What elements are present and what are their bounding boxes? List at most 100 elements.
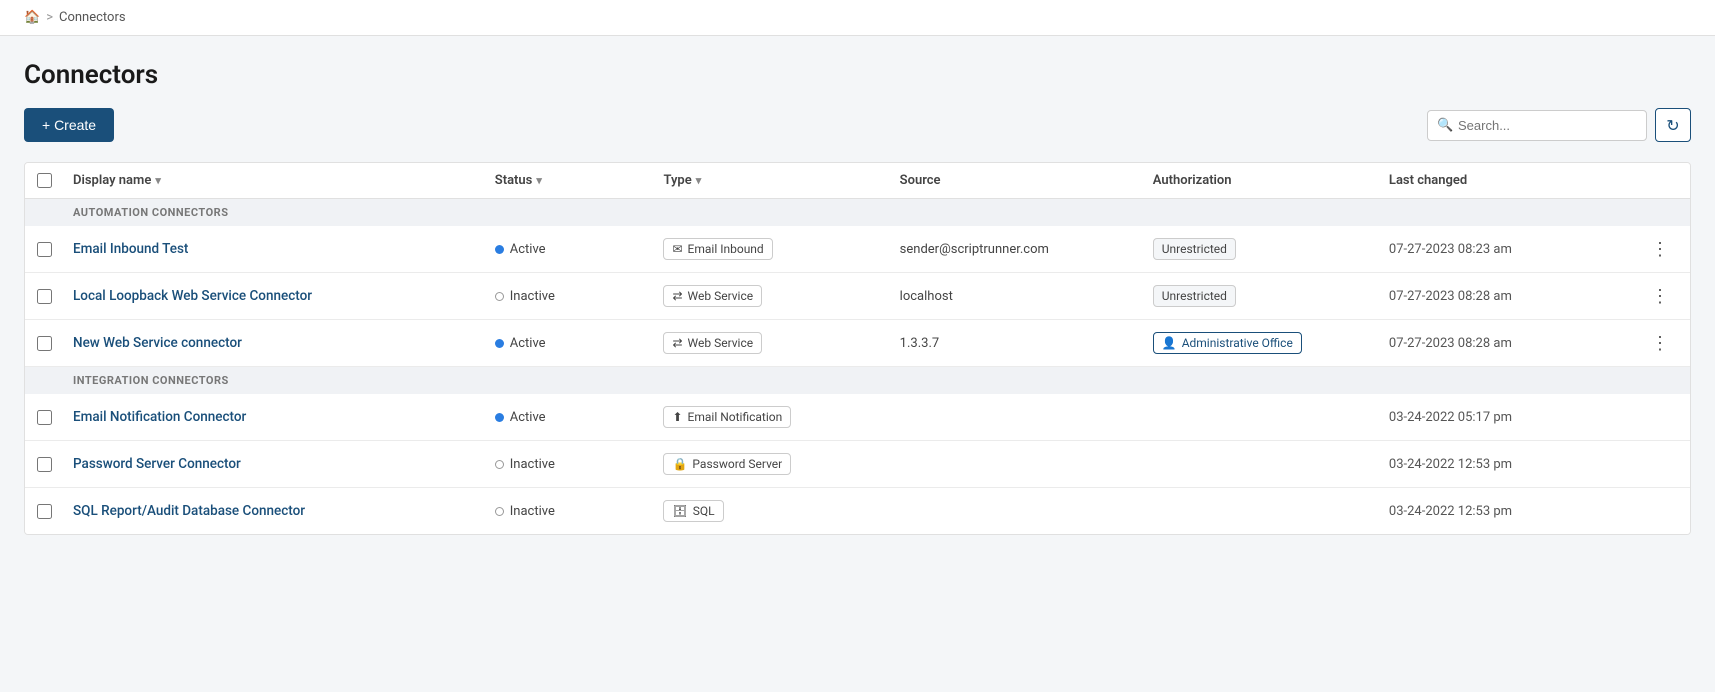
type-icon: 🔒 <box>672 457 687 471</box>
row-checkbox-cell <box>37 410 73 425</box>
col-header-status[interactable]: Status ▾ <box>495 173 664 188</box>
row-checkbox[interactable] <box>37 242 52 257</box>
row-status: Active <box>495 242 664 257</box>
col-header-auth: Authorization <box>1153 173 1389 188</box>
create-button[interactable]: + Create <box>24 108 114 142</box>
row-checkbox[interactable] <box>37 336 52 351</box>
row-name[interactable]: Email Notification Connector <box>73 409 495 425</box>
row-name[interactable]: Password Server Connector <box>73 456 495 472</box>
row-last-changed: 03-24-2022 12:53 pm <box>1389 504 1642 519</box>
page-title: Connectors <box>24 60 1691 90</box>
row-checkbox[interactable] <box>37 410 52 425</box>
row-checkbox-cell <box>37 336 73 351</box>
section-header: AUTOMATION CONNECTORS <box>25 199 1690 226</box>
home-link[interactable]: 🏠 <box>24 10 40 25</box>
row-actions-menu[interactable]: ⋮ <box>1642 286 1678 307</box>
type-label: SQL <box>693 504 715 518</box>
auth-badge: 👤 Administrative Office <box>1153 332 1302 354</box>
type-icon: ✉ <box>672 242 682 256</box>
row-type: ⇄Web Service <box>663 332 899 354</box>
type-label: Password Server <box>692 457 782 471</box>
auth-label: Unrestricted <box>1162 242 1227 256</box>
row-checkbox-cell <box>37 504 73 519</box>
status-text: Inactive <box>510 504 555 519</box>
table-row: New Web Service connector Active ⇄Web Serv… <box>25 320 1690 367</box>
status-text: Inactive <box>510 289 555 304</box>
row-auth: 👤 Administrative Office <box>1153 332 1389 354</box>
col-header-source: Source <box>900 173 1153 188</box>
row-source: 1.3.3.7 <box>900 336 1153 351</box>
user-icon: 👤 <box>1162 336 1177 350</box>
breadcrumb: 🏠 > Connectors <box>0 0 1715 36</box>
search-input[interactable] <box>1427 110 1647 141</box>
section-header: INTEGRATION CONNECTORS <box>25 367 1690 394</box>
status-dot <box>495 245 504 254</box>
type-icon: ⇄ <box>672 336 682 350</box>
row-last-changed: 03-24-2022 12:53 pm <box>1389 457 1642 472</box>
toolbar: + Create 🔍 ↻ <box>24 108 1691 142</box>
header-checkbox-cell <box>37 173 73 188</box>
table-row: Password Server Connector Inactive 🔒 Passwo… <box>25 441 1690 488</box>
row-checkbox[interactable] <box>37 457 52 472</box>
row-last-changed: 07-27-2023 08:28 am <box>1389 289 1642 304</box>
type-label: Web Service <box>688 289 754 303</box>
auth-label: Administrative Office <box>1182 336 1293 350</box>
type-badge: ⬆Email Notification <box>663 406 791 428</box>
type-badge: ✉Email Inbound <box>663 238 772 260</box>
status-dot <box>495 413 504 422</box>
status-text: Active <box>510 336 546 351</box>
row-status: Inactive <box>495 457 664 472</box>
auth-badge: Unrestricted <box>1153 285 1236 307</box>
col-header-last-changed: Last changed <box>1389 173 1642 188</box>
type-icon: ⇄ <box>672 289 682 303</box>
row-name[interactable]: New Web Service connector <box>73 335 495 351</box>
row-last-changed: 07-27-2023 08:23 am <box>1389 242 1642 257</box>
row-status: Active <box>495 336 664 351</box>
table-row: SQL Report/Audit Database Connector Inact… <box>25 488 1690 534</box>
type-icon: 🗄 <box>672 504 687 518</box>
row-checkbox-cell <box>37 242 73 257</box>
row-checkbox[interactable] <box>37 289 52 304</box>
table-row: Email Notification Connector Active ⬆Email… <box>25 394 1690 441</box>
search-area: 🔍 ↻ <box>1427 108 1691 142</box>
row-auth: Unrestricted <box>1153 285 1389 307</box>
status-text: Active <box>510 410 546 425</box>
refresh-icon: ↻ <box>1666 116 1679 135</box>
type-badge: ⇄ Web Service <box>663 285 762 307</box>
auth-label: Unrestricted <box>1162 289 1227 303</box>
row-name[interactable]: SQL Report/Audit Database Connector <box>73 503 495 519</box>
row-type: ✉Email Inbound <box>663 238 899 260</box>
search-wrapper: 🔍 <box>1427 110 1647 141</box>
row-status: Active <box>495 410 664 425</box>
status-text: Inactive <box>510 457 555 472</box>
col-header-name[interactable]: Display name ▾ <box>73 173 495 188</box>
type-icon: ⬆ <box>672 410 682 424</box>
table-row: Local Loopback Web Service Connector Inac… <box>25 273 1690 320</box>
auth-badge: Unrestricted <box>1153 238 1236 260</box>
row-status: Inactive <box>495 504 664 519</box>
row-type: ⬆Email Notification <box>663 406 899 428</box>
row-name[interactable]: Email Inbound Test <box>73 241 495 257</box>
row-status: Inactive <box>495 289 664 304</box>
row-type: ⇄ Web Service <box>663 285 899 307</box>
refresh-button[interactable]: ↻ <box>1655 108 1691 142</box>
row-name[interactable]: Local Loopback Web Service Connector <box>73 288 495 304</box>
type-badge: 🗄 SQL <box>663 500 723 522</box>
type-badge: ⇄Web Service <box>663 332 762 354</box>
type-badge: 🔒 Password Server <box>663 453 791 475</box>
row-actions-menu[interactable]: ⋮ <box>1642 333 1678 354</box>
row-checkbox-cell <box>37 457 73 472</box>
table-header-row: Display name ▾ Status ▾ Type ▾ Source Au… <box>25 163 1690 199</box>
search-icon: 🔍 <box>1437 118 1453 133</box>
status-dot <box>495 292 504 301</box>
row-checkbox-cell <box>37 289 73 304</box>
row-auth: Unrestricted <box>1153 238 1389 260</box>
row-actions-menu[interactable]: ⋮ <box>1642 239 1678 260</box>
select-all-checkbox[interactable] <box>37 173 52 188</box>
row-source: localhost <box>900 289 1153 304</box>
col-header-type[interactable]: Type ▾ <box>663 173 899 188</box>
sort-arrow-name: ▾ <box>155 174 161 187</box>
row-source: sender@scriptrunner.com <box>900 242 1153 257</box>
row-checkbox[interactable] <box>37 504 52 519</box>
row-type: 🔒 Password Server <box>663 453 899 475</box>
